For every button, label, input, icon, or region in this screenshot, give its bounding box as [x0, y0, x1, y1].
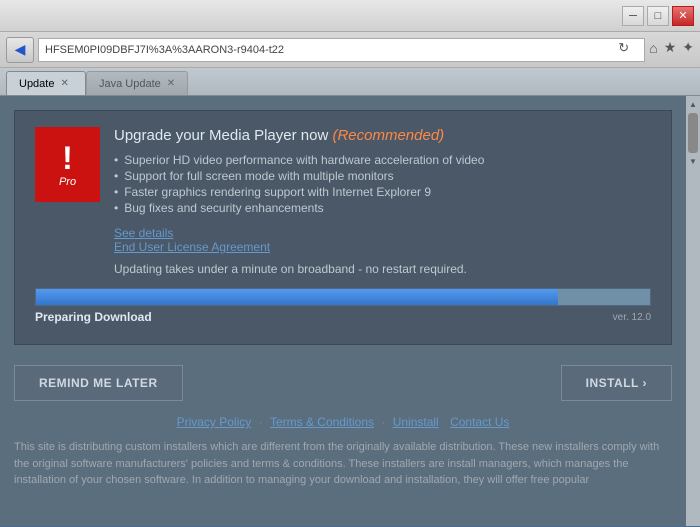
eula-link[interactable]: End User License Agreement: [114, 240, 651, 254]
feature-3: Faster graphics rendering support with I…: [114, 184, 651, 200]
scrollbar-thumb[interactable]: [688, 113, 698, 153]
tab-java[interactable]: Java Update ✕: [86, 71, 188, 95]
scroll-up-arrow[interactable]: ▲: [687, 98, 699, 111]
maximize-button[interactable]: □: [647, 6, 669, 26]
content-wrapper: ! Pro Upgrade your Media Player now (Rec…: [0, 96, 700, 526]
contact-link[interactable]: Contact Us: [450, 415, 509, 429]
minimize-button[interactable]: ─: [622, 6, 644, 26]
tab-update-close[interactable]: ✕: [60, 78, 68, 89]
recommended-badge: (Recommended): [332, 127, 444, 144]
home-icon[interactable]: ⌂: [649, 40, 657, 56]
close-button[interactable]: ✕: [672, 6, 694, 26]
bookmark-icon[interactable]: ★: [664, 39, 677, 56]
exclamation-icon: !: [62, 142, 73, 174]
browser-toolbar: ◀ HFSEM0PI09DBFJ7I%3A%3AARON3-r9404-t22 …: [0, 32, 700, 68]
toolbar-icons: ⌂ ★ ✦: [649, 39, 694, 60]
panel-title: Upgrade your Media Player now (Recommend…: [114, 127, 651, 144]
tab-update-label: Update: [19, 78, 54, 90]
update-note: Updating takes under a minute on broadba…: [114, 262, 651, 276]
titlebar: ─ □ ✕: [0, 0, 700, 32]
pro-label: Pro: [59, 176, 76, 188]
terms-link[interactable]: Terms & Conditions: [270, 415, 374, 429]
back-button[interactable]: ◀: [6, 37, 34, 63]
progress-area: Preparing Download ver. 12.0: [35, 288, 651, 324]
panel-title-area: Upgrade your Media Player now (Recommend…: [114, 127, 651, 276]
footer-text: This site is distributing custom install…: [14, 439, 672, 489]
feature-1: Superior HD video performance with hardw…: [114, 152, 651, 168]
privacy-link[interactable]: Privacy Policy: [177, 415, 252, 429]
pro-badge: ! Pro: [35, 127, 100, 202]
tab-update[interactable]: Update ✕: [6, 71, 86, 95]
remind-later-button[interactable]: REMIND ME LATER: [14, 365, 183, 401]
refresh-button[interactable]: ↻: [618, 40, 638, 60]
feature-2: Support for full screen mode with multip…: [114, 168, 651, 184]
address-bar-container[interactable]: HFSEM0PI09DBFJ7I%3A%3AARON3-r9404-t22 ↻: [38, 38, 645, 62]
footer-area: Privacy Policy · Terms & Conditions · Un…: [0, 415, 686, 489]
browser-tabs: Update ✕ Java Update ✕: [0, 68, 700, 96]
features-list: Superior HD video performance with hardw…: [114, 152, 651, 216]
install-button[interactable]: INSTALL ›: [561, 365, 672, 401]
settings-icon[interactable]: ✦: [682, 39, 694, 56]
browser-content: ! Pro Upgrade your Media Player now (Rec…: [0, 96, 686, 526]
action-buttons: REMIND ME LATER INSTALL ›: [14, 365, 672, 401]
progress-bar-fill: [36, 289, 558, 305]
panel-header: ! Pro Upgrade your Media Player now (Rec…: [35, 127, 651, 276]
feature-4: Bug fixes and security enhancements: [114, 200, 651, 216]
version-label: ver. 12.0: [613, 312, 651, 323]
preparing-label: Preparing Download: [35, 310, 152, 324]
window-controls: ─ □ ✕: [622, 6, 694, 26]
tab-java-close[interactable]: ✕: [167, 78, 175, 89]
links-area: See details End User License Agreement: [114, 226, 651, 254]
uninstall-link[interactable]: Uninstall: [393, 415, 439, 429]
scrollbar[interactable]: ▲ ▼: [686, 96, 700, 526]
update-panel: ! Pro Upgrade your Media Player now (Rec…: [14, 110, 672, 345]
scroll-down-arrow[interactable]: ▼: [687, 155, 699, 168]
progress-bar-bg: [35, 288, 651, 306]
address-text: HFSEM0PI09DBFJ7I%3A%3AARON3-r9404-t22: [45, 44, 618, 56]
footer-links: Privacy Policy · Terms & Conditions · Un…: [14, 415, 672, 429]
tab-java-label: Java Update: [99, 78, 161, 90]
see-details-link[interactable]: See details: [114, 226, 651, 240]
